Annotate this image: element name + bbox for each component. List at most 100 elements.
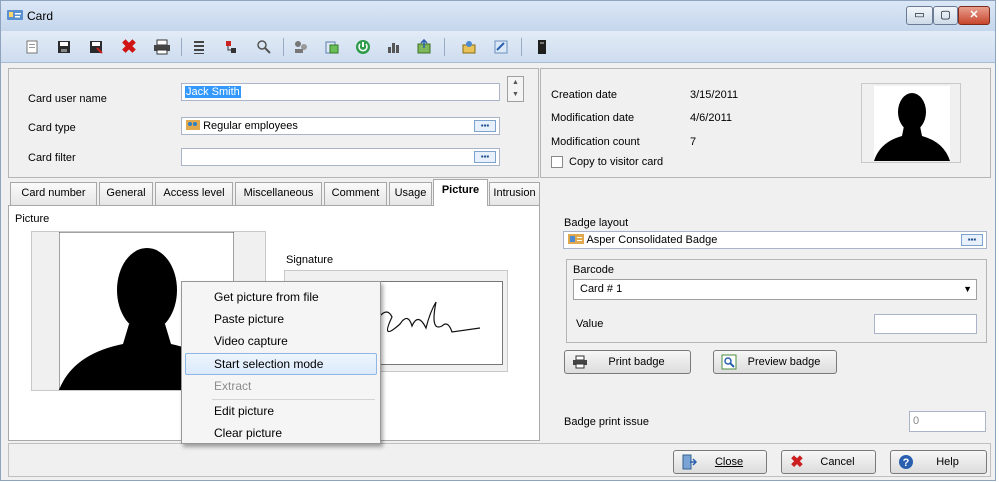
header-photo-frame	[861, 83, 961, 163]
tab-access-level[interactable]: Access level	[155, 182, 233, 205]
modification-date-label: Modification date	[551, 112, 635, 124]
find-icon[interactable]	[254, 37, 274, 57]
cancel-label: Cancel	[820, 456, 855, 468]
tree-icon[interactable]	[221, 37, 241, 57]
badge-layout-field[interactable]: Asper Consolidated Badge ▪▪▪	[563, 231, 987, 249]
signature-label: Signature	[286, 254, 334, 266]
card-type-browse-button[interactable]: ▪▪▪	[474, 120, 496, 132]
menu-item-edit-picture[interactable]: Edit picture	[185, 400, 377, 422]
help-icon: ?	[897, 453, 915, 471]
badge-layout-value: Asper Consolidated Badge	[586, 234, 718, 246]
menu-item-get-picture-from-file[interactable]: Get picture from file	[185, 286, 377, 308]
help-button[interactable]: ? Help	[890, 450, 987, 474]
maximize-button[interactable]: ▢	[933, 6, 958, 25]
minimize-button[interactable]: ▭	[906, 6, 933, 25]
close-button[interactable]: Close	[673, 450, 767, 474]
card-filter-field[interactable]: ▪▪▪	[181, 148, 500, 166]
svg-text:?: ?	[903, 457, 910, 469]
toolbar: ✖	[1, 31, 995, 63]
badge-layout-icon	[568, 234, 584, 244]
import-icon[interactable]	[459, 37, 479, 57]
export-icon[interactable]	[414, 37, 434, 57]
exit-door-icon	[680, 453, 698, 471]
chart-icon[interactable]	[384, 37, 404, 57]
tab-usage[interactable]: Usage	[389, 182, 432, 205]
creation-date-label: Creation date	[551, 89, 618, 101]
card-header-panel: Card user name Jack Smith ▲ ▼ Card type R…	[8, 68, 539, 178]
group-icon[interactable]	[291, 37, 311, 57]
print-badge-label: Print badge	[608, 356, 665, 368]
spin-up-icon[interactable]: ▲	[508, 77, 523, 89]
toolbar-separator	[283, 38, 284, 56]
preview-badge-label: Preview badge	[747, 356, 821, 368]
barcode-value: Card # 1	[580, 283, 623, 295]
modification-count-value: 7	[690, 136, 697, 148]
card-user-name-label: Card user name	[28, 93, 107, 105]
modification-date-value: 4/6/2011	[690, 112, 733, 124]
copy-to-visitor-checkbox[interactable]	[551, 156, 563, 168]
person-silhouette-icon	[874, 86, 950, 161]
barcode-dropdown[interactable]: Card # 1 ▼	[573, 279, 977, 300]
tab-picture[interactable]: Picture	[433, 179, 488, 206]
save-icon[interactable]	[54, 37, 74, 57]
list-icon[interactable]	[189, 37, 209, 57]
preview-badge-button[interactable]: Preview badge	[713, 350, 837, 374]
menu-item-paste-picture[interactable]: Paste picture	[185, 308, 377, 330]
card-type-value: Regular employees	[203, 120, 298, 132]
print-icon	[571, 353, 589, 371]
tab-general[interactable]: General	[99, 182, 153, 205]
picture-label: Picture	[15, 213, 50, 225]
card-type-field[interactable]: Regular employees ▪▪▪	[181, 117, 500, 135]
barcode-label: Barcode	[573, 264, 614, 276]
toolbar-separator	[444, 38, 445, 56]
tab-card-number[interactable]: Card number	[10, 182, 97, 205]
menu-item-clear-picture[interactable]: Clear picture	[185, 422, 377, 444]
close-label: Close	[714, 456, 744, 468]
window-title: Card	[27, 9, 54, 23]
power-icon[interactable]	[353, 37, 373, 57]
barcode-group: Barcode Card # 1 ▼ Value	[566, 259, 987, 343]
toolbar-separator	[181, 38, 182, 56]
menu-item-extract[interactable]: Extract	[185, 375, 377, 397]
print-icon[interactable]	[152, 37, 172, 57]
chevron-down-icon: ▼	[963, 284, 972, 294]
card-reader-icon[interactable]	[532, 37, 552, 57]
card-filter-label: Card filter	[28, 152, 76, 164]
link-icon[interactable]	[491, 37, 511, 57]
preview-icon	[720, 353, 738, 371]
cancel-x-icon: ✖	[790, 454, 804, 471]
badge-layout-browse-button[interactable]: ▪▪▪	[961, 234, 983, 246]
card-window: Card ▭ ▢ ✕ ✖ Card user name Jack Smith ▲…	[0, 0, 996, 481]
toolbar-separator	[521, 38, 522, 56]
card-user-name-field[interactable]: Jack Smith	[181, 83, 500, 101]
tab-miscellaneous[interactable]: Miscellaneous	[235, 182, 322, 205]
tab-comment[interactable]: Comment	[324, 182, 387, 205]
card-info-panel: Creation date 3/15/2011 Modification dat…	[540, 68, 991, 178]
barcode-value-field[interactable]	[874, 314, 977, 334]
card-filter-browse-button[interactable]: ▪▪▪	[474, 151, 496, 163]
copy-icon[interactable]	[322, 37, 342, 57]
new-card-icon[interactable]	[22, 37, 42, 57]
picture-context-menu: Get picture from file Paste picture Vide…	[181, 281, 381, 444]
employees-icon	[186, 120, 200, 130]
title-bar: Card ▭ ▢ ✕	[1, 1, 995, 31]
help-label: Help	[936, 456, 959, 468]
close-window-button[interactable]: ✕	[958, 6, 990, 25]
user-spinner[interactable]: ▲ ▼	[507, 76, 524, 102]
card-app-icon	[7, 10, 23, 20]
menu-item-video-capture[interactable]: Video capture	[185, 330, 377, 352]
card-type-label: Card type	[28, 122, 76, 134]
badge-layout-label: Badge layout	[564, 217, 629, 229]
badge-print-issue-field[interactable]: 0	[909, 411, 986, 432]
delete-icon[interactable]: ✖	[119, 37, 139, 58]
creation-date-value: 3/15/2011	[690, 89, 739, 101]
modification-count-label: Modification count	[551, 136, 640, 148]
tab-intrusion[interactable]: Intrusion	[489, 182, 540, 205]
save-as-icon[interactable]	[86, 37, 106, 57]
spin-down-icon[interactable]: ▼	[508, 89, 523, 101]
copy-to-visitor-label: Copy to visitor card	[569, 156, 664, 168]
menu-item-start-selection-mode[interactable]: Start selection mode	[185, 353, 377, 375]
value-label: Value	[576, 318, 604, 330]
cancel-button[interactable]: ✖ Cancel	[781, 450, 876, 474]
print-badge-button[interactable]: Print badge	[564, 350, 691, 374]
